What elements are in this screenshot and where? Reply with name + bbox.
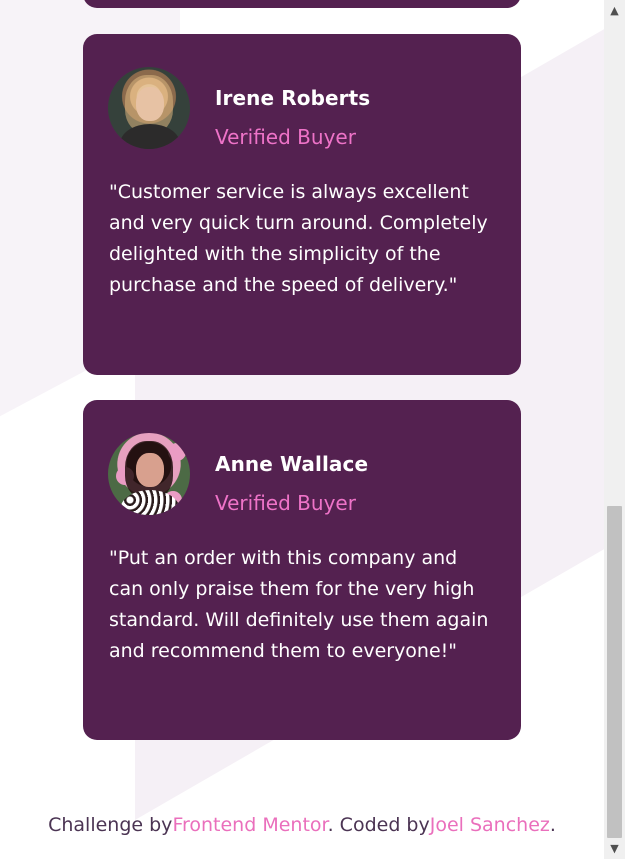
scrollbar-thumb[interactable]: [607, 506, 622, 838]
vertical-scrollbar[interactable]: ▲ ▼: [604, 0, 625, 859]
author-link[interactable]: Joel Sanchez: [430, 814, 550, 836]
testimonials-page: Irene Roberts Verified Buyer "Customer s…: [0, 0, 625, 859]
verified-buyer-label: Verified Buyer: [215, 491, 356, 515]
testimonial-card-irene-roberts: Irene Roberts Verified Buyer "Customer s…: [83, 34, 521, 375]
avatar-face: [136, 87, 164, 121]
testimonial-name: Anne Wallace: [215, 452, 369, 476]
avatar-anne-wallace: [108, 433, 190, 515]
chevron-up-icon[interactable]: ▲: [604, 0, 625, 21]
attribution-suffix: .: [549, 814, 556, 836]
verified-buyer-label: Verified Buyer: [215, 125, 356, 149]
avatar-irene-roberts: [108, 67, 190, 149]
testimonial-name: Irene Roberts: [215, 86, 371, 110]
testimonial-quote: "Customer service is always excellent an…: [109, 181, 488, 296]
frontend-mentor-link[interactable]: Frontend Mentor: [172, 814, 327, 836]
testimonial-card-anne-wallace: Anne Wallace Verified Buyer "Put an orde…: [83, 400, 521, 740]
avatar-shoulders: [120, 124, 180, 149]
attribution-prefix: Challenge by: [48, 814, 173, 836]
previous-testimonial-card: [83, 0, 521, 8]
testimonial-quote: "Put an order with this company and can …: [109, 547, 489, 662]
chevron-down-icon[interactable]: ▼: [604, 838, 625, 859]
attribution-footer: Challenge byFrontend Mentor. Coded byJoe…: [0, 814, 604, 836]
avatar-face: [136, 453, 164, 487]
attribution-middle: . Coded by: [327, 814, 430, 836]
